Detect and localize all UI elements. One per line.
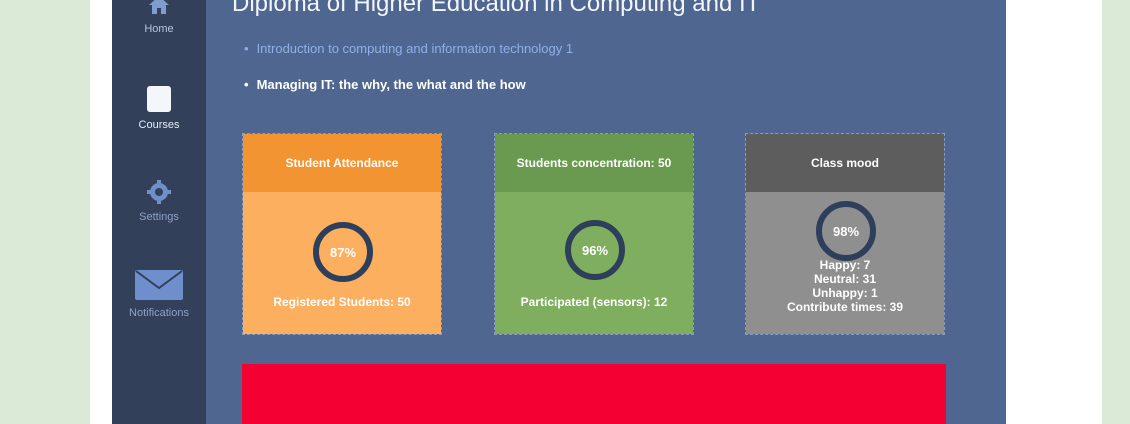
concentration-percent-ring: 96% — [565, 220, 625, 280]
class-mood-card-title: Class mood — [746, 134, 944, 192]
sidebar-item-label: Notifications — [129, 307, 189, 319]
module-list: Introduction to computing and informatio… — [244, 40, 574, 94]
concentration-footer: Participated (sensors): 12 — [520, 295, 668, 309]
mood-neutral: Neutral: 31 — [813, 272, 877, 286]
alert-banner — [242, 364, 946, 424]
attendance-percent-ring: 87% — [313, 222, 373, 282]
class-mood-card-body: 98% Happy: 7 Neutral: 31 Unhappy: 1 Cont… — [746, 192, 944, 334]
module-item-managing-it[interactable]: Managing IT: the why, the what and the h… — [244, 76, 573, 94]
sidebar-item-notifications[interactable]: Notifications — [112, 270, 206, 319]
mail-icon — [135, 270, 183, 303]
sidebar-item-label: Courses — [138, 119, 180, 131]
concentration-card-title: Students concentration: 50 — [495, 134, 693, 192]
module-link-intro[interactable]: Introduction to computing and informatio… — [244, 40, 574, 58]
mood-happy: Happy: 7 — [819, 258, 871, 272]
class-mood-percent-ring: 98% — [816, 201, 876, 261]
sidebar: Home Courses Settings Notifications — [112, 0, 206, 424]
attendance-card-body: 87% Registered Students: 50 — [243, 192, 441, 334]
class-mood-stats: Happy: 7 Neutral: 31 Unhappy: 1 Contribu… — [746, 258, 944, 314]
gear-icon — [147, 180, 171, 207]
page-title: Diploma of Higher Education in Computing… — [232, 0, 761, 17]
home-icon — [148, 0, 170, 19]
attendance-card: Student Attendance 87% Registered Studen… — [242, 133, 442, 335]
sidebar-item-home[interactable]: Home — [112, 0, 206, 35]
attendance-card-title: Student Attendance — [243, 134, 441, 192]
sidebar-item-label: Settings — [139, 211, 179, 223]
concentration-card-body: 96% Participated (sensors): 12 — [495, 192, 693, 334]
sidebar-item-courses[interactable]: Courses — [112, 86, 206, 131]
courses-icon — [147, 86, 171, 112]
mood-unhappy: Unhappy: 1 — [812, 286, 878, 300]
mood-contribute-times: Contribute times: 39 — [786, 300, 903, 314]
sidebar-item-settings[interactable]: Settings — [112, 180, 206, 223]
sidebar-item-label: Home — [144, 23, 174, 35]
class-mood-card: Class mood 98% Happy: 7 Neutral: 31 Unha… — [745, 133, 945, 335]
attendance-footer: Registered Students: 50 — [273, 295, 411, 309]
concentration-card: Students concentration: 50 96% Participa… — [494, 133, 694, 335]
